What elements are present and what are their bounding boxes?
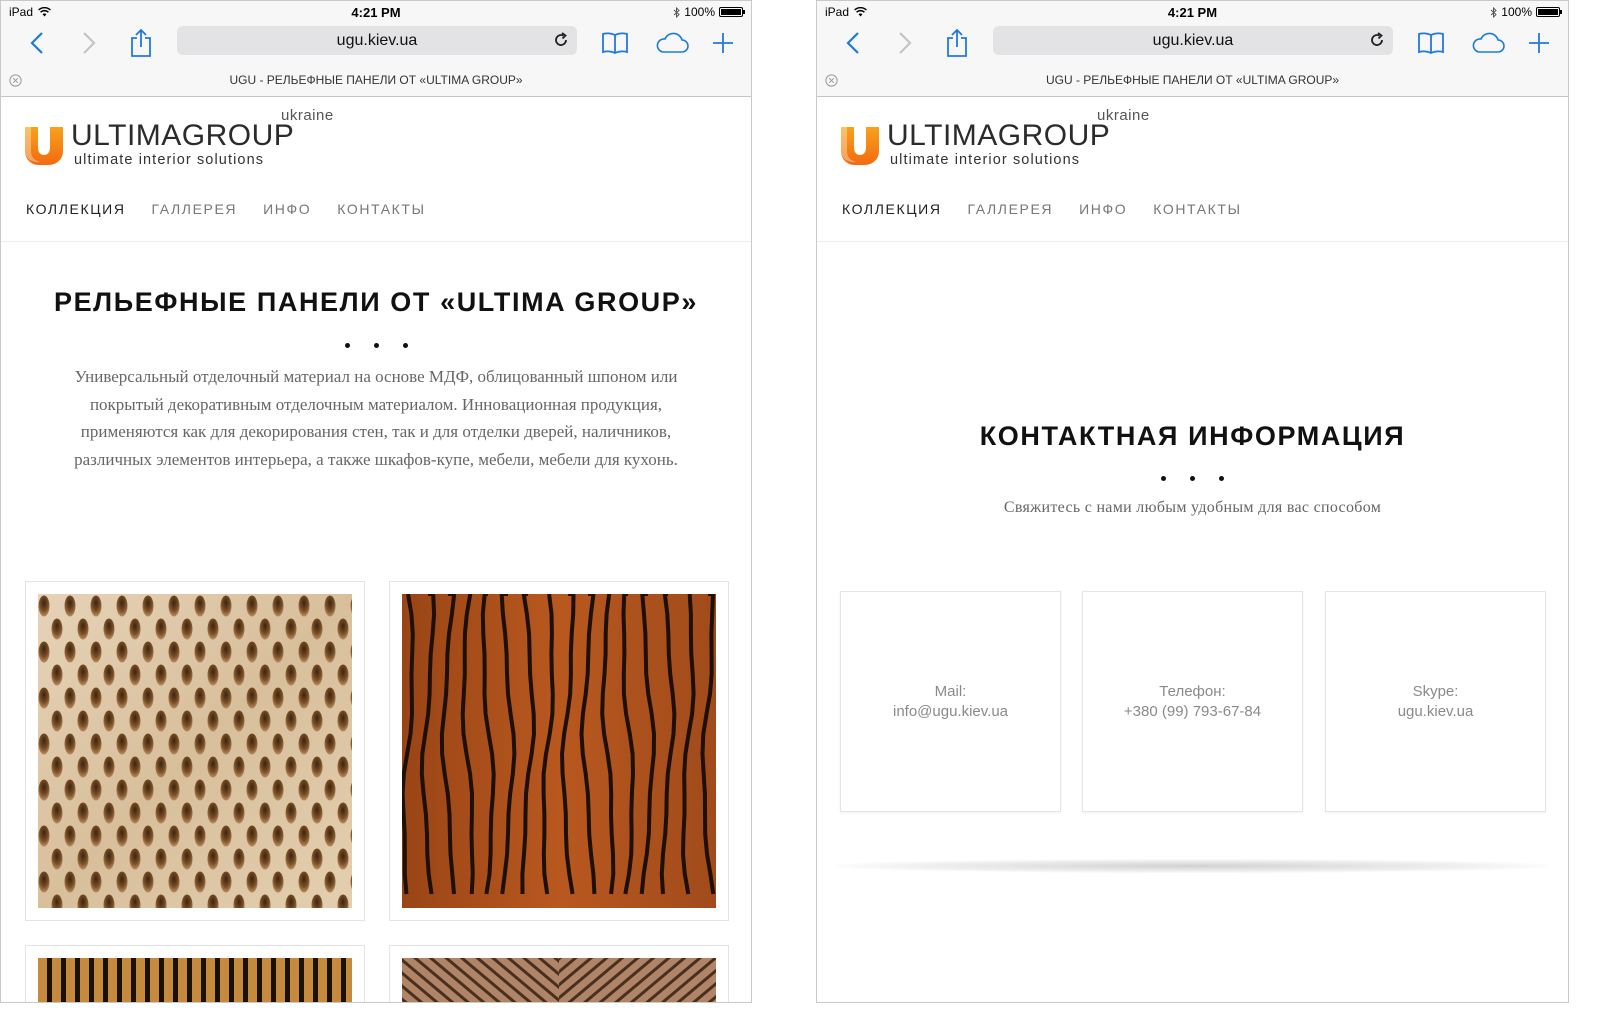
reload-icon[interactable] xyxy=(551,30,571,50)
main-nav: КОЛЛЕКЦИЯ ГАЛЛЕРЕЯ ИНФО КОНТАКТЫ xyxy=(26,201,426,217)
bluetooth-icon xyxy=(1490,6,1498,18)
contact-subtitle: Свяжитесь с нами любым удобным для вас с… xyxy=(1003,499,1382,516)
page-title: РЕЛЬЕФНЫЕ ПАНЕЛИ ОТ «ULTIMA GROUP» xyxy=(53,287,699,317)
main-nav: КОЛЛЕКЦИЯ ГАЛЛЕРЕЯ ИНФО КОНТАКТЫ xyxy=(842,201,1242,217)
ipad-screen-contacts: iPad 4:21 PM 100% ugu.kiev.ua UGU - РЕЛЬ… xyxy=(816,0,1569,1003)
tab-title: UGU - РЕЛЬЕФНЫЕ ПАНЕЛИ ОТ «ULTIMA GROUP» xyxy=(1045,72,1340,87)
page-description: Универсальный отделочный материал на осн… xyxy=(74,367,678,469)
perforated-oval-panel-image xyxy=(38,594,352,908)
icloud-tabs-button[interactable] xyxy=(1471,29,1505,57)
plus-icon xyxy=(1529,33,1549,53)
cloud-icon xyxy=(1472,32,1505,53)
nav-item-contacts[interactable]: КОНТАКТЫ xyxy=(337,201,425,217)
ipad-screen-collection: iPad 4:21 PM 100% ugu.kiev.ua UGU - РЕЛЬ… xyxy=(0,0,752,1003)
logo-name: ULTIMAGROUP xyxy=(887,119,1111,152)
product-card[interactable] xyxy=(389,945,729,1002)
forward-button[interactable] xyxy=(891,29,919,57)
nav-item-gallery[interactable]: ГАЛЛЕРЕЯ xyxy=(968,201,1054,217)
reload-icon[interactable] xyxy=(1367,30,1387,50)
nav-item-contacts[interactable]: КОНТАКТЫ xyxy=(1153,201,1241,217)
status-bar: iPad 4:21 PM 100% xyxy=(817,1,1568,23)
contact-value-skype[interactable]: ugu.kiev.ua xyxy=(1398,702,1474,722)
chevron-left-icon xyxy=(30,32,43,54)
nav-item-info[interactable]: ИНФО xyxy=(1079,201,1127,217)
back-button[interactable] xyxy=(23,29,51,57)
battery-percent: 100% xyxy=(1501,5,1532,19)
tab-bar[interactable]: UGU - РЕЛЬЕФНЫЕ ПАНЕЛИ ОТ «ULTIMA GROUP» xyxy=(817,63,1568,97)
status-bar: iPad 4:21 PM 100% xyxy=(1,1,751,23)
new-tab-button[interactable] xyxy=(709,29,737,57)
cloud-icon xyxy=(656,32,689,53)
chevron-line-panel-image xyxy=(402,958,716,1002)
battery-icon xyxy=(719,7,745,17)
logo-name: ULTIMAGROUP xyxy=(71,119,295,152)
logo-tagline: ultimate interior solutions xyxy=(890,152,1081,168)
share-icon xyxy=(131,29,151,57)
chevron-left-icon xyxy=(846,32,859,54)
address-bar[interactable]: ugu.kiev.ua xyxy=(177,26,577,55)
section-shadow-divider xyxy=(837,859,1548,873)
bookmarks-button[interactable] xyxy=(601,29,629,57)
wavy-wood-panel-image xyxy=(402,594,716,908)
book-icon xyxy=(1418,32,1444,54)
contact-card-skype: Skype: ugu.kiev.ua xyxy=(1325,591,1546,812)
site-header: ukraine ULTIMAGROUP ultimate interior so… xyxy=(1,97,751,242)
battery-icon xyxy=(1536,7,1562,17)
chevron-right-icon xyxy=(83,32,96,54)
contact-label: Mail: xyxy=(934,682,967,700)
logo-mark-icon xyxy=(841,127,879,165)
logo-mark-icon xyxy=(25,127,63,165)
close-tab-icon[interactable] xyxy=(9,74,22,87)
nav-item-collection[interactable]: КОЛЛЕКЦИЯ xyxy=(842,201,942,217)
bookmarks-button[interactable] xyxy=(1417,29,1445,57)
contact-title: КОНТАКТНАЯ ИНФОРМАЦИЯ xyxy=(979,421,1406,451)
forward-button[interactable] xyxy=(75,29,103,57)
new-tab-button[interactable] xyxy=(1525,29,1553,57)
logo[interactable]: ukraine ULTIMAGROUP ultimate interior so… xyxy=(841,107,1149,169)
back-button[interactable] xyxy=(839,29,867,57)
share-icon xyxy=(947,29,967,57)
nav-item-info[interactable]: ИНФО xyxy=(263,201,311,217)
vertical-slat-panel-image xyxy=(38,958,352,1002)
bluetooth-icon xyxy=(673,6,681,18)
share-button[interactable] xyxy=(127,29,155,57)
contact-card-mail: Mail: info@ugu.kiev.ua xyxy=(840,591,1061,812)
title-divider-dots xyxy=(817,470,1568,484)
contact-value-email[interactable]: info@ugu.kiev.ua xyxy=(893,702,1008,722)
nav-item-gallery[interactable]: ГАЛЛЕРЕЯ xyxy=(152,201,238,217)
close-tab-icon[interactable] xyxy=(825,74,838,87)
browser-toolbar: ugu.kiev.ua xyxy=(817,23,1568,63)
nav-item-collection[interactable]: КОЛЛЕКЦИЯ xyxy=(26,201,126,217)
site-header: ukraine ULTIMAGROUP ultimate interior so… xyxy=(817,97,1568,242)
url-text: ugu.kiev.ua xyxy=(336,31,418,49)
contact-label: Skype: xyxy=(1412,682,1459,700)
tab-title: UGU - РЕЛЬЕФНЫЕ ПАНЕЛИ ОТ «ULTIMA GROUP» xyxy=(229,72,523,87)
tab-bar[interactable]: UGU - РЕЛЬЕФНЫЕ ПАНЕЛИ ОТ «ULTIMA GROUP» xyxy=(1,63,751,97)
address-bar[interactable]: ugu.kiev.ua xyxy=(993,26,1393,55)
logo-tagline: ultimate interior solutions xyxy=(74,152,265,168)
icloud-tabs-button[interactable] xyxy=(655,29,689,57)
contact-label: Телефон: xyxy=(1159,682,1226,700)
chevron-right-icon xyxy=(899,32,912,54)
contact-card-phone: Телефон: +380 (99) 793-67-84 xyxy=(1082,591,1303,812)
clock: 4:21 PM xyxy=(351,5,401,20)
product-card[interactable] xyxy=(389,581,729,921)
title-divider-dots xyxy=(1,337,751,351)
contact-value-phone[interactable]: +380 (99) 793-67-84 xyxy=(1124,702,1261,722)
battery-percent: 100% xyxy=(684,5,715,19)
product-card[interactable] xyxy=(25,945,365,1002)
product-card[interactable] xyxy=(25,581,365,921)
share-button[interactable] xyxy=(943,29,971,57)
browser-toolbar: ugu.kiev.ua xyxy=(1,23,751,63)
logo[interactable]: ukraine ULTIMAGROUP ultimate interior so… xyxy=(25,107,333,169)
clock: 4:21 PM xyxy=(1167,5,1218,20)
url-text: ugu.kiev.ua xyxy=(1152,31,1234,49)
plus-icon xyxy=(713,33,733,53)
book-icon xyxy=(602,32,628,54)
